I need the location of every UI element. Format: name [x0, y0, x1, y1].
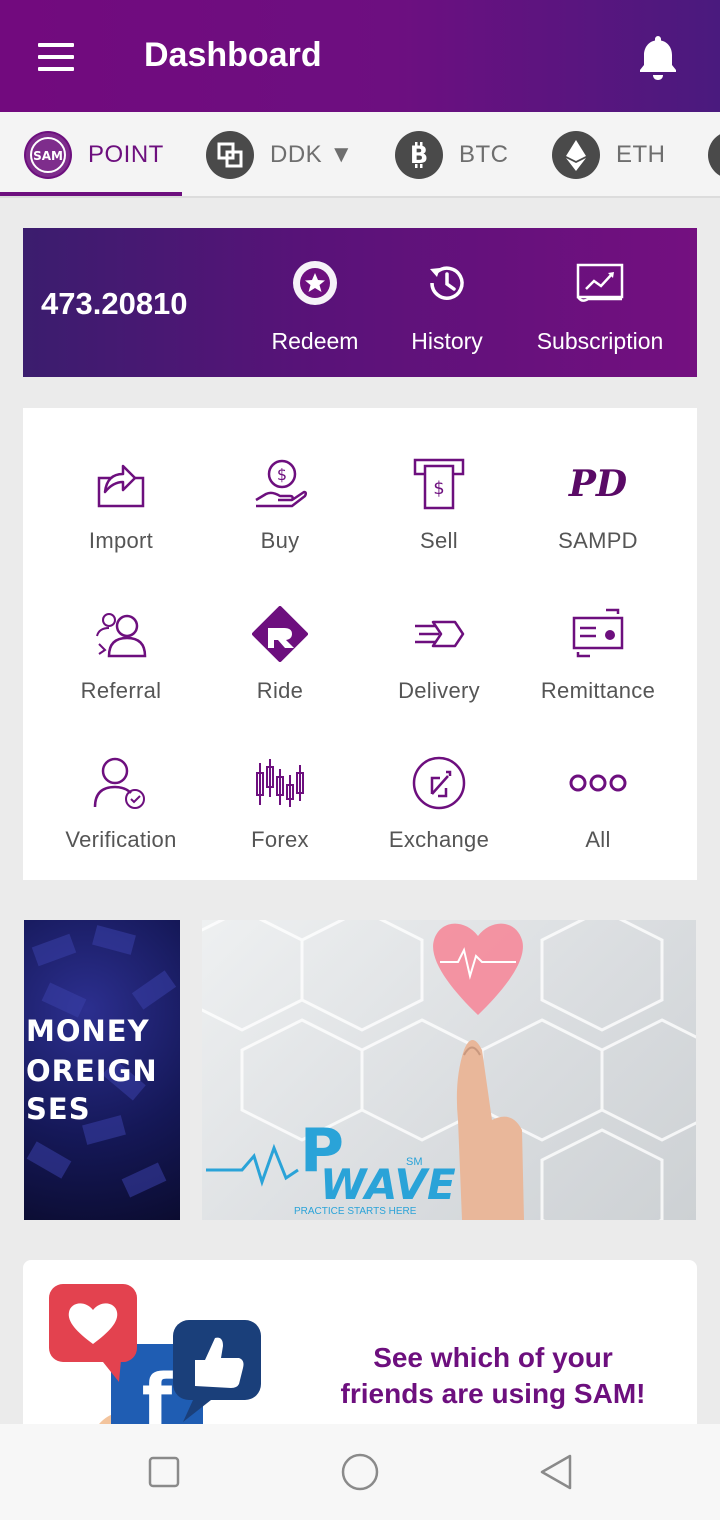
tab-ddk[interactable]: DDK ▼: [206, 130, 354, 180]
exchange-icon: [359, 753, 519, 813]
banner-text-line: MONEY: [26, 1014, 150, 1048]
import-icon: [41, 454, 201, 514]
verification-label: Verification: [65, 827, 177, 852]
home-icon[interactable]: [338, 1450, 382, 1494]
sell-label: Sell: [420, 528, 458, 553]
verification-icon: [41, 753, 201, 813]
tab-label: ETH: [616, 141, 666, 168]
tab-point[interactable]: SAM POINT: [24, 130, 164, 180]
import-button[interactable]: Import: [41, 454, 201, 554]
exchange-button[interactable]: Exchange: [359, 753, 519, 853]
buy-label: Buy: [260, 528, 300, 553]
ride-icon: [200, 604, 360, 664]
invite-message-line: See which of your: [373, 1342, 613, 1373]
sampd-label: SAMPD: [558, 528, 638, 553]
sampd-button[interactable]: PD SAMPD: [518, 454, 678, 554]
promo-banner-money[interactable]: MONEY OREIGN SES: [24, 920, 180, 1220]
ride-button[interactable]: Ride: [200, 604, 360, 704]
balance-amount: 473.20810: [41, 286, 188, 321]
pwave-logo-text: WAVE: [320, 1160, 456, 1209]
bell-icon[interactable]: [628, 28, 688, 84]
invite-message: See which of your friends are using SAM!: [303, 1340, 683, 1412]
history-label: History: [411, 328, 483, 354]
services-grid: Import $ Buy $ Sell PD SAMPD Referral Ri…: [23, 408, 697, 880]
delivery-label: Delivery: [398, 678, 480, 703]
bitcoin-icon: B: [395, 131, 443, 179]
subscription-button[interactable]: Subscription: [525, 258, 675, 355]
coin-tab-bar: SAM POINT DDK ▼ B BTC ETH: [0, 112, 720, 198]
delivery-button[interactable]: Delivery: [359, 604, 519, 704]
page-title: Dashboard: [144, 36, 322, 74]
all-label: All: [585, 827, 611, 852]
import-label: Import: [88, 528, 154, 553]
remittance-icon: [518, 604, 678, 664]
banner-text-line: SES: [26, 1092, 91, 1126]
promo-banner-pwave[interactable]: P WAVE SM PRACTICE STARTS HERE: [202, 920, 696, 1220]
sampd-icon: PD: [518, 454, 678, 514]
invite-message-line: friends are using SAM!: [340, 1378, 646, 1409]
more-icon: [518, 753, 678, 813]
history-icon: [397, 258, 497, 308]
hamburger-icon[interactable]: [26, 34, 86, 80]
chart-board-icon: [525, 258, 675, 308]
tab-label: BTC: [459, 141, 509, 168]
buy-icon: $: [200, 454, 360, 514]
forex-icon: [200, 753, 360, 813]
verification-button[interactable]: Verification: [41, 753, 201, 853]
tab-label: DDK ▼: [270, 141, 354, 168]
tab-label: POINT: [88, 141, 164, 168]
tab-btc[interactable]: B BTC: [395, 130, 509, 180]
exchange-label: Exchange: [388, 827, 490, 852]
recent-apps-icon[interactable]: [144, 1452, 184, 1492]
active-tab-indicator: [0, 192, 182, 196]
history-button[interactable]: History: [397, 258, 497, 355]
remittance-label: Remittance: [540, 678, 656, 703]
svg-text:SAM: SAM: [33, 149, 63, 163]
star-badge-icon: [265, 258, 365, 308]
balance-card: 473.20810 Redeem History Subscription: [23, 228, 697, 377]
sell-button[interactable]: $ Sell: [359, 454, 519, 554]
subscription-label: Subscription: [536, 328, 664, 354]
referral-button[interactable]: Referral: [41, 604, 201, 704]
all-button[interactable]: All: [518, 753, 678, 853]
forex-button[interactable]: Forex: [200, 753, 360, 853]
system-nav-bar: [0, 1424, 720, 1520]
back-icon[interactable]: [536, 1450, 580, 1494]
remittance-button[interactable]: Remittance: [518, 604, 678, 704]
svg-text:B: B: [410, 141, 428, 169]
sell-icon: $: [359, 454, 519, 514]
service-mark: SM: [406, 1156, 423, 1168]
svg-text:$: $: [277, 465, 287, 484]
app-bar: Dashboard: [0, 0, 720, 112]
referral-label: Referral: [80, 678, 162, 703]
redeem-button[interactable]: Redeem: [265, 258, 365, 355]
coin-icon: [708, 131, 720, 179]
referral-icon: [41, 604, 201, 664]
svg-text:$: $: [433, 478, 444, 499]
ethereum-icon: [552, 131, 600, 179]
delivery-icon: [359, 604, 519, 664]
banner-text-line: OREIGN: [26, 1054, 158, 1088]
redeem-label: Redeem: [271, 328, 359, 354]
forex-label: Forex: [251, 827, 309, 852]
tab-eth[interactable]: ETH: [552, 130, 666, 180]
ddk-icon: [206, 131, 254, 179]
buy-button[interactable]: $ Buy: [200, 454, 360, 554]
tab-next-partial[interactable]: [708, 130, 720, 180]
pwave-tagline: PRACTICE STARTS HERE: [294, 1206, 417, 1217]
sam-logo-icon: SAM: [24, 131, 72, 179]
sampd-logo-text: PD: [568, 463, 627, 505]
ride-label: Ride: [256, 678, 304, 703]
